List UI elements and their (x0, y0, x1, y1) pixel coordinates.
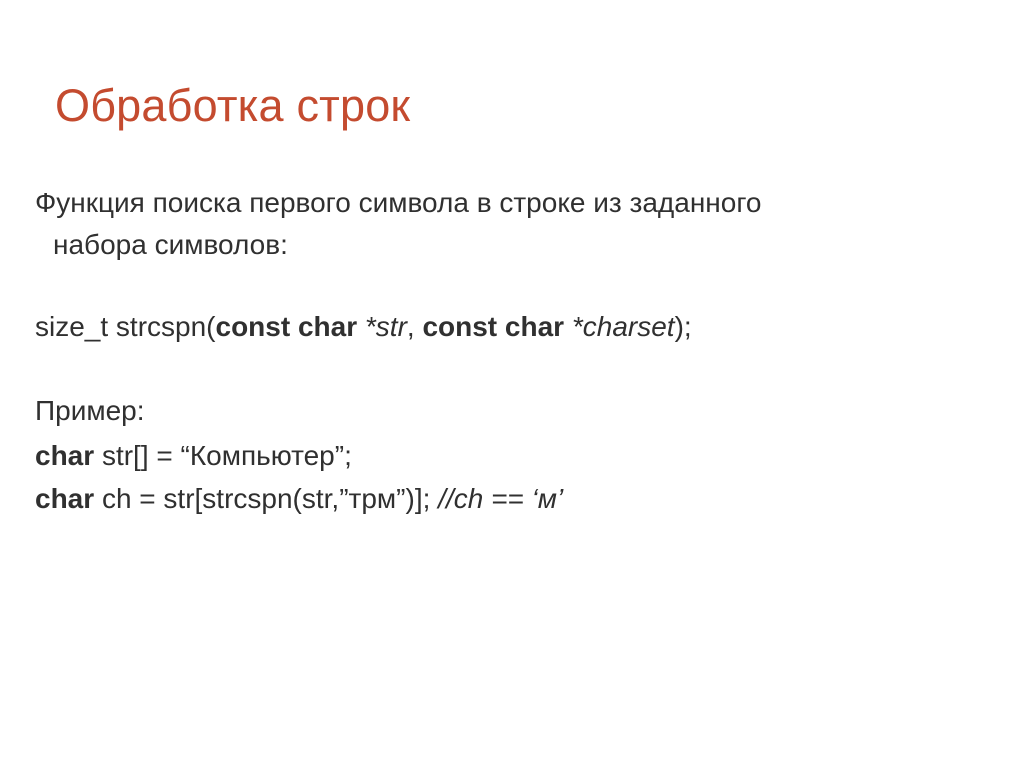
sig-suffix: ); (675, 311, 692, 342)
intro-line-2: набора символов: (53, 229, 288, 260)
sig-arg-2: *charset (572, 311, 675, 342)
slide: Обработка строк Функция поиска первого с… (0, 0, 1024, 768)
code2-comment: //ch == ‘м’ (438, 483, 563, 514)
function-signature: size_t strcspn(const char *str, const ch… (35, 306, 989, 348)
code-line-1: char str[] = “Компьютер”; (35, 434, 989, 477)
sig-keyword-1: const char (216, 311, 365, 342)
slide-title: Обработка строк (55, 80, 989, 132)
sig-keyword-2: const char (422, 311, 571, 342)
code2-keyword: char (35, 483, 102, 514)
sig-prefix: size_t strcspn( (35, 311, 216, 342)
example-label: Пример: (35, 390, 989, 432)
intro-line-1: Функция поиска первого символа в строке … (35, 187, 761, 218)
code-line-2: char ch = str[strcspn(str,”трм”)]; //ch … (35, 477, 989, 520)
sig-arg-1: *str (365, 311, 407, 342)
intro-paragraph: Функция поиска первого символа в строке … (35, 182, 989, 266)
code1-keyword: char (35, 440, 102, 471)
slide-body: Функция поиска первого символа в строке … (35, 182, 989, 521)
code2-mid: ch = str[strcspn(str,”трм”)]; (102, 483, 438, 514)
sig-separator: , (407, 311, 423, 342)
code1-rest: str[] = “Компьютер”; (102, 440, 352, 471)
